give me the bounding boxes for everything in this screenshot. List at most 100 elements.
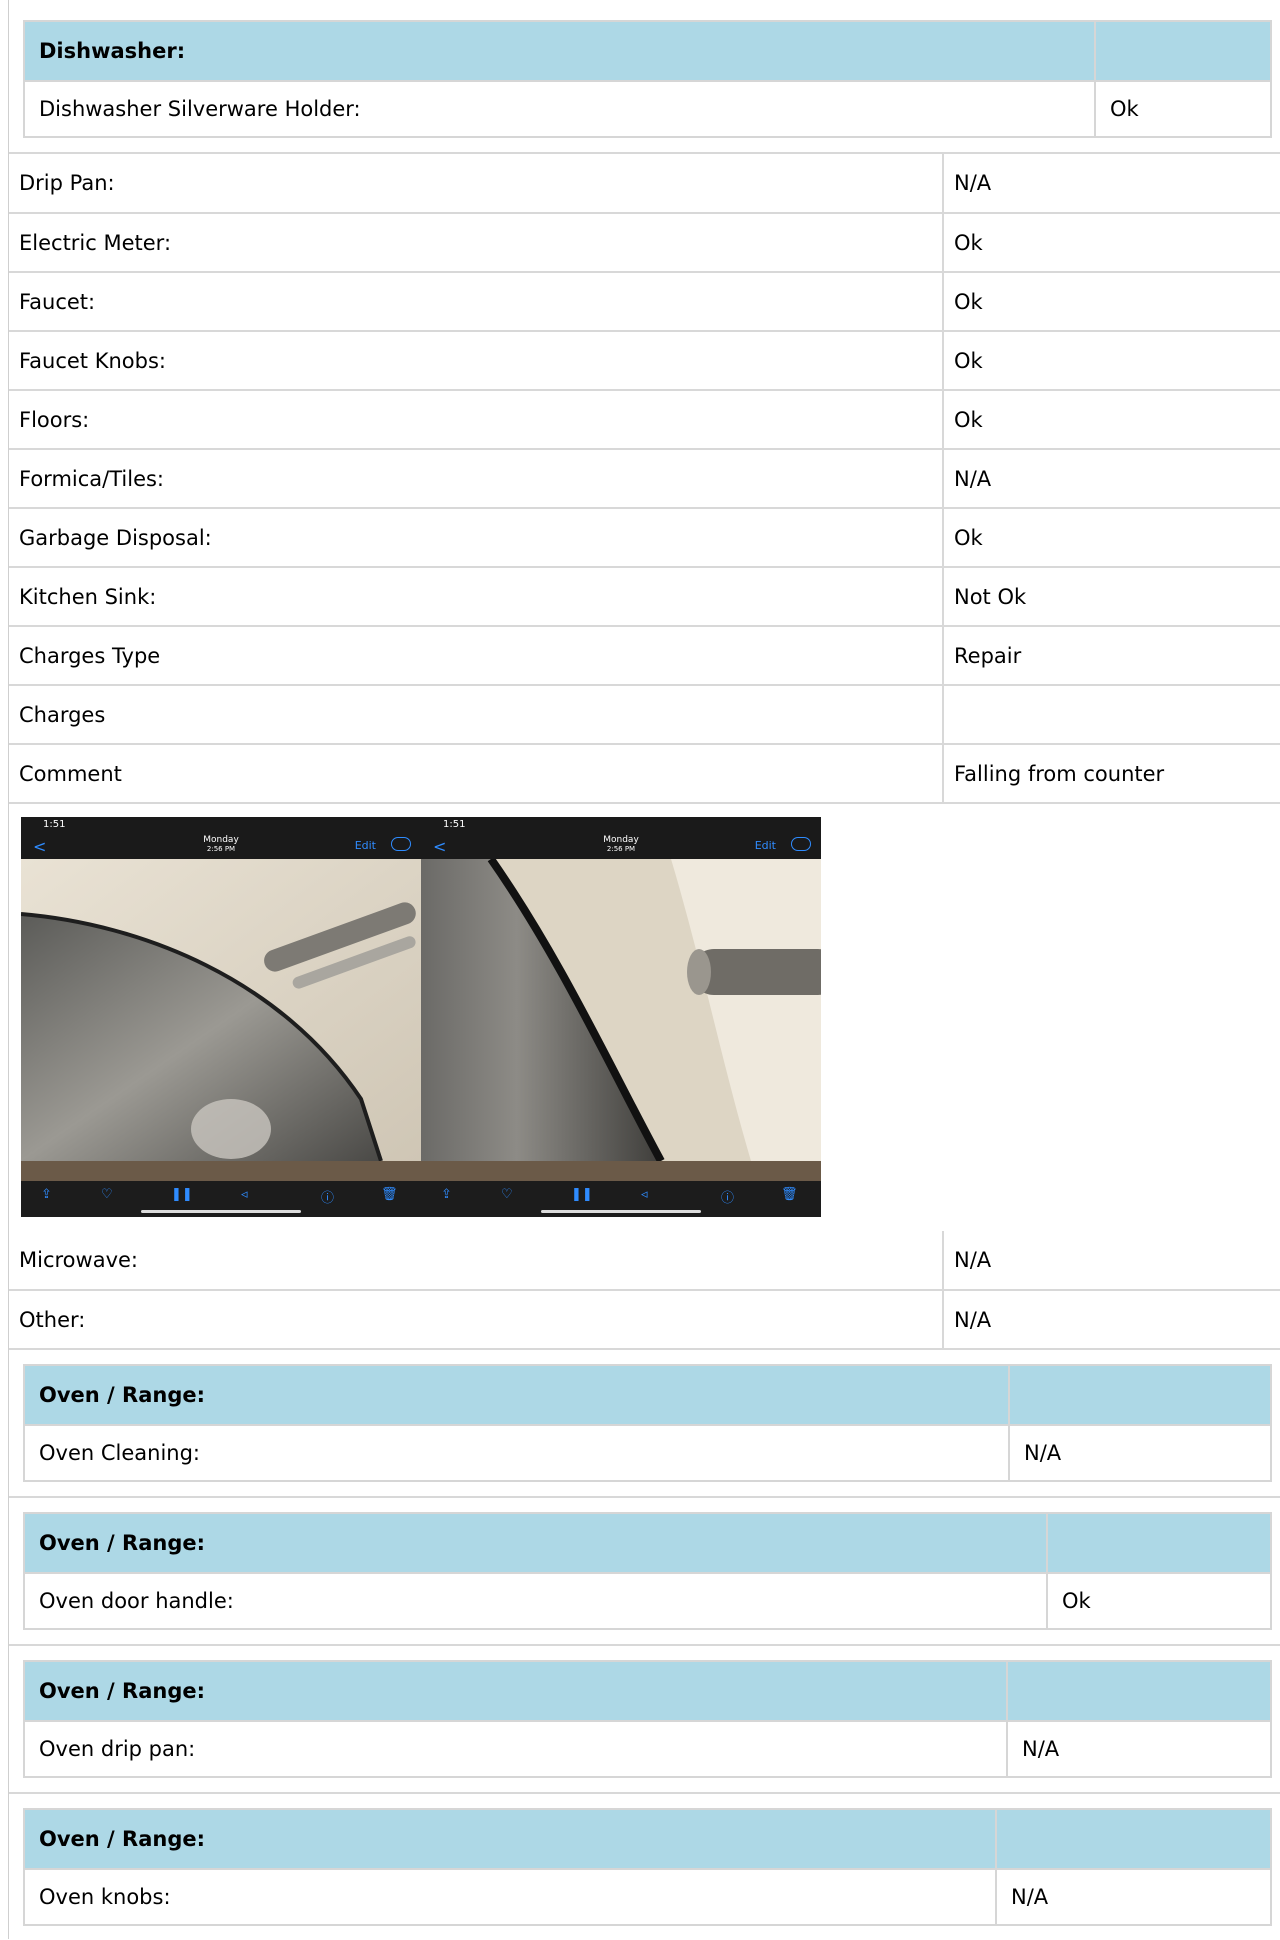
group-header-empty — [1046, 1512, 1272, 1574]
oven-table: Oven / Range: Oven Cleaning: N/A — [23, 1364, 1272, 1482]
status-time: 1:51 — [443, 819, 466, 830]
row-label: Charges — [9, 685, 943, 745]
row-label: Electric Meter: — [9, 213, 943, 273]
items-table-b: Microwave: N/A Other: N/A — [9, 1231, 1280, 1350]
table-row: Microwave: N/A — [9, 1231, 1280, 1291]
heart-icon: ♡ — [501, 1187, 513, 1202]
table-row: Kitchen Sink: Not Ok — [9, 567, 1280, 627]
oven-group: Oven / Range: Oven door handle: Ok — [9, 1498, 1280, 1646]
group-header: Oven / Range: — [23, 1660, 1008, 1722]
row-value: Not Ok — [942, 567, 1280, 627]
inspection-photo[interactable]: 1:51 < Monday 2:56 PM Edit ⇪ ♡ ❚❚ ◃ ⓘ 🗑 … — [21, 817, 821, 1217]
row-value: Ok — [942, 213, 1280, 273]
photo-topbar: < Monday 2:56 PM Edit — [21, 831, 421, 859]
table-row: Oven door handle: Ok — [23, 1572, 1272, 1630]
oven-group: Oven / Range: Oven knobs: N/A — [9, 1794, 1280, 1940]
row-label: Drip Pan: — [9, 154, 943, 214]
sink-photo — [21, 859, 421, 1162]
row-label: Charges Type — [9, 626, 943, 686]
thumbnail-strip — [21, 1161, 421, 1181]
table-row: Formica/Tiles: N/A — [9, 449, 1280, 509]
group-header-row: Oven / Range: — [23, 1808, 1272, 1870]
oven-table: Oven / Range: Oven door handle: Ok — [23, 1512, 1272, 1630]
photo-toolbar: ⇪ ♡ ❚❚ ◃ ⓘ 🗑 — [21, 1181, 421, 1217]
row-label: Faucet: — [9, 272, 943, 332]
table-row: Garbage Disposal: Ok — [9, 508, 1280, 568]
status-time: 1:51 — [43, 819, 66, 830]
table-row: Charges — [9, 685, 1280, 745]
row-label: Formica/Tiles: — [9, 449, 943, 509]
group-header: Oven / Range: — [23, 1808, 997, 1870]
group-header-empty — [1008, 1364, 1272, 1426]
table-row: Faucet Knobs: Ok — [9, 331, 1280, 391]
photo-topbar: < Monday 2:56 PM Edit — [421, 831, 821, 859]
status-bar: 1:51 — [21, 817, 421, 831]
info-icon: ⓘ — [321, 1191, 335, 1206]
table-row: Oven knobs: N/A — [23, 1868, 1272, 1926]
group-header-row: Oven / Range: — [23, 1512, 1272, 1574]
oven-table: Oven / Range: Oven drip pan: N/A — [23, 1660, 1272, 1778]
phone-screenshot-right: 1:51 < Monday 2:56 PM Edit ⇪ ♡ ❚❚ ◃ ⓘ 🗑 — [421, 817, 821, 1217]
row-label: Floors: — [9, 390, 943, 450]
share-icon: ⇪ — [441, 1187, 452, 1202]
item-label: Oven knobs: — [23, 1868, 997, 1926]
group-header: Oven / Range: — [23, 1512, 1048, 1574]
item-label: Oven Cleaning: — [23, 1424, 1010, 1482]
more-icon — [391, 837, 411, 851]
row-value: Repair — [942, 626, 1280, 686]
item-label: Dishwasher Silverware Holder: — [23, 80, 1096, 138]
home-indicator — [141, 1210, 301, 1213]
edit-label: Edit — [354, 839, 376, 852]
oven-group: Oven / Range: Oven drip pan: N/A — [9, 1646, 1280, 1794]
table-row: Comment Falling from counter — [9, 744, 1280, 804]
row-value: Falling from counter — [942, 744, 1280, 804]
phone-screenshot-left: 1:51 < Monday 2:56 PM Edit ⇪ ♡ ❚❚ ◃ ⓘ 🗑 — [21, 817, 421, 1217]
table-row: Drip Pan: N/A — [9, 154, 1280, 214]
row-label: Kitchen Sink: — [9, 567, 943, 627]
row-value: Ok — [942, 272, 1280, 332]
table-row: Electric Meter: Ok — [9, 213, 1280, 273]
share-icon: ⇪ — [41, 1187, 52, 1202]
mute-icon: ◃ — [241, 1187, 248, 1202]
table-row: Oven drip pan: N/A — [23, 1720, 1272, 1778]
inspection-report: Dishwasher: Dishwasher Silverware Holder… — [8, 0, 1280, 1939]
table-row: Floors: Ok — [9, 390, 1280, 450]
photo-area: 1:51 < Monday 2:56 PM Edit ⇪ ♡ ❚❚ ◃ ⓘ 🗑 … — [9, 804, 1280, 1231]
item-value: N/A — [995, 1868, 1272, 1926]
item-value: Ok — [1046, 1572, 1272, 1630]
group-header-empty — [1006, 1660, 1272, 1722]
pause-icon: ❚❚ — [571, 1187, 593, 1202]
row-value: N/A — [942, 154, 1280, 214]
row-value — [942, 685, 1280, 745]
row-value: N/A — [942, 1231, 1280, 1291]
trash-icon: 🗑 — [381, 1187, 398, 1202]
items-table-a: Drip Pan: N/A Electric Meter: Ok Faucet: Ok… — [9, 154, 1280, 804]
group-header: Dishwasher: — [23, 20, 1096, 82]
table-row: Other: N/A — [9, 1290, 1280, 1350]
group-header-empty — [995, 1808, 1272, 1870]
table-row: Charges Type Repair — [9, 626, 1280, 686]
row-label: Microwave: — [9, 1231, 943, 1291]
group-header-row: Oven / Range: — [23, 1660, 1272, 1722]
back-icon: < — [33, 837, 47, 856]
group-header-row: Dishwasher: — [23, 20, 1272, 82]
sink-photo — [421, 856, 821, 1163]
mute-icon: ◃ — [641, 1187, 648, 1202]
row-label: Faucet Knobs: — [9, 331, 943, 391]
item-value: N/A — [1008, 1424, 1272, 1482]
status-bar: 1:51 — [421, 817, 821, 831]
more-icon — [791, 837, 811, 851]
table-row: Oven Cleaning: N/A — [23, 1424, 1272, 1482]
thumbnail-strip — [421, 1161, 821, 1181]
item-value: Ok — [1094, 80, 1272, 138]
pause-icon: ❚❚ — [171, 1187, 193, 1202]
oven-group: Oven / Range: Oven Cleaning: N/A — [9, 1350, 1280, 1498]
back-icon: < — [433, 837, 447, 856]
oven-table: Oven / Range: Oven knobs: N/A — [23, 1808, 1272, 1926]
row-value: Ok — [942, 390, 1280, 450]
row-label: Other: — [9, 1290, 943, 1350]
photo-toolbar: ⇪ ♡ ❚❚ ◃ ⓘ 🗑 — [421, 1181, 821, 1217]
group-header-empty — [1094, 20, 1272, 82]
table-row: Dishwasher Silverware Holder: Ok — [23, 80, 1272, 138]
item-label: Oven door handle: — [23, 1572, 1048, 1630]
